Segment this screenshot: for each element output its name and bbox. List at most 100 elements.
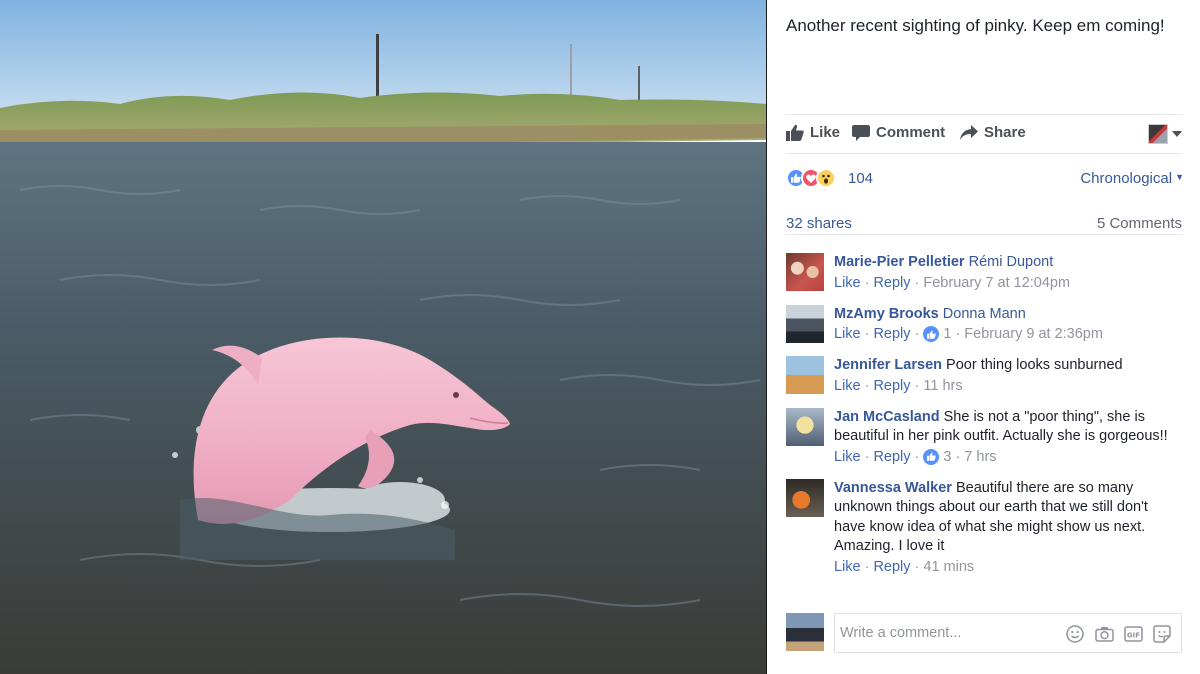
page-avatar [1148, 124, 1168, 144]
comment-reply-link[interactable]: Reply [873, 273, 910, 293]
post-caption: Another recent sighting of pinky. Keep e… [786, 16, 1165, 35]
separator: · [864, 558, 870, 575]
wow-reaction-icon [816, 168, 836, 188]
reaction-count[interactable]: 104 [848, 170, 873, 187]
comment-body: Jennifer Larsen Poor thing looks sunburn… [834, 356, 1182, 396]
comment-author[interactable]: Marie-Pier Pelletier [834, 254, 965, 270]
comment-body: Vannessa Walker Beautiful there are so m… [834, 479, 1182, 577]
comment-text-line: Marie-Pier Pelletier Rémi Dupont [834, 253, 1182, 273]
comment-text-line: MzAmy Brooks Donna Mann [834, 305, 1182, 325]
separator: · [914, 377, 920, 394]
separator: · [864, 326, 870, 342]
sticker-icon[interactable] [1152, 624, 1172, 644]
comment-text-line: Jennifer Larsen Poor thing looks sunburn… [834, 356, 1182, 376]
pink-dolphin-photo [0, 0, 766, 674]
comment-author[interactable]: Vannessa Walker [834, 480, 952, 496]
comment-like-link[interactable]: Like [834, 557, 861, 577]
composer-tools: GIF [1065, 624, 1172, 644]
comment-like-link[interactable]: Like [834, 447, 861, 467]
reactions-summary: 104 Chronological ▼ [786, 168, 1184, 190]
avatar[interactable] [786, 304, 824, 343]
comment-timestamp[interactable]: 41 mins [923, 557, 974, 577]
post-details-panel: Another recent sighting of pinky. Keep e… [767, 0, 1200, 674]
like-button-label: Like [810, 124, 841, 141]
comment-author[interactable]: MzAmy Brooks [834, 306, 939, 322]
avatar[interactable] [786, 253, 824, 291]
comment-list: Marie-Pier Pelletier Rémi Dupont Like · … [786, 253, 1182, 589]
comment-reply-link[interactable]: Reply [873, 447, 910, 467]
comment-like-link[interactable]: Like [834, 273, 861, 293]
camera-icon[interactable] [1094, 624, 1114, 644]
post-photo[interactable] [0, 0, 766, 674]
comments-count-link[interactable]: 5 Comments [1097, 215, 1182, 232]
tagged-user[interactable]: Rémi Dupont [969, 254, 1054, 270]
comment-item: Vannessa Walker Beautiful there are so m… [786, 478, 1182, 577]
comment-actions: Like · Reply · 3 · 7 hrs [834, 447, 1182, 467]
comment-timestamp[interactable]: February 7 at 12:04pm [923, 273, 1070, 293]
comment-author[interactable]: Jan McCasland [834, 409, 940, 425]
comment-item: Jennifer Larsen Poor thing looks sunburn… [786, 356, 1182, 396]
comment-reply-link[interactable]: Reply [873, 376, 910, 396]
separator: · [955, 448, 961, 465]
comment-text-line: Jan McCasland She is not a "poor thing",… [834, 408, 1182, 447]
share-button[interactable]: Share [960, 124, 1026, 141]
post-as-selector[interactable] [1148, 124, 1182, 144]
separator: · [914, 558, 920, 575]
comment-item: MzAmy Brooks Donna Mann Like · Reply · 1… [786, 304, 1182, 345]
comment-timestamp[interactable]: February 9 at 2:36pm [964, 324, 1103, 344]
avatar[interactable] [786, 407, 824, 446]
avatar[interactable] [786, 478, 824, 517]
comment-like-count[interactable]: 1 [943, 324, 951, 344]
emoji-icon[interactable] [1065, 624, 1085, 644]
shares-count-link[interactable]: 32 shares [786, 215, 852, 232]
comment-like-link[interactable]: Like [834, 324, 861, 344]
avatar [786, 613, 824, 651]
share-button-label: Share [984, 124, 1026, 141]
separator: · [864, 377, 870, 394]
comment-actions: Like · Reply · 11 hrs [834, 376, 1182, 396]
separator: · [864, 448, 870, 465]
comment-like-count-icon[interactable] [923, 448, 940, 465]
comment-actions: Like · Reply · February 7 at 12:04pm [834, 273, 1182, 293]
comment-text-line: Vannessa Walker Beautiful there are so m… [834, 479, 1182, 557]
gif-icon[interactable]: GIF [1123, 624, 1143, 644]
comment-item: Marie-Pier Pelletier Rémi Dupont Like · … [786, 253, 1182, 293]
comment-body: Marie-Pier Pelletier Rémi Dupont Like · … [834, 253, 1182, 293]
comment-actions: Like · Reply · 1 · February 9 at 2:36pm [834, 324, 1182, 344]
separator: · [955, 326, 961, 342]
sort-selected-label: Chronological [1080, 170, 1173, 187]
comment-text: Poor thing looks sunburned [946, 357, 1123, 373]
post-meta-row: 32 shares 5 Comments [786, 215, 1182, 235]
comment-timestamp[interactable]: 11 hrs [923, 376, 962, 396]
reaction-icons[interactable] [786, 168, 836, 188]
comment-like-link[interactable]: Like [834, 376, 861, 396]
separator: · [914, 326, 920, 342]
comment-like-count-icon[interactable] [923, 326, 940, 342]
chevron-down-icon [1172, 131, 1182, 137]
comment-sort-dropdown[interactable]: Chronological ▼ [1080, 170, 1184, 187]
separator: · [914, 274, 920, 291]
comment-like-count[interactable]: 3 [943, 447, 951, 467]
tagged-user[interactable]: Donna Mann [943, 306, 1026, 322]
like-button[interactable]: Like [786, 124, 840, 141]
avatar[interactable] [786, 356, 824, 394]
comment-body: Jan McCasland She is not a "poor thing",… [834, 408, 1182, 467]
comment-bubble-icon [852, 124, 870, 141]
comment-button[interactable]: Comment [852, 124, 945, 141]
separator: · [914, 448, 920, 465]
svg-text:GIF: GIF [1126, 631, 1139, 639]
comment-button-label: Comment [876, 124, 946, 141]
comment-composer: GIF [786, 613, 1182, 655]
comment-reply-link[interactable]: Reply [873, 557, 910, 577]
comment-author[interactable]: Jennifer Larsen [834, 357, 942, 373]
comment-reply-link[interactable]: Reply [873, 324, 910, 344]
separator: · [864, 274, 870, 291]
post-action-bar: Like Comment Share [786, 114, 1182, 154]
thumbs-up-icon [786, 124, 804, 141]
share-arrow-icon [960, 125, 978, 140]
comment-item: Jan McCasland She is not a "poor thing",… [786, 407, 1182, 467]
comment-body: MzAmy Brooks Donna Mann Like · Reply · 1… [834, 305, 1182, 345]
comment-timestamp[interactable]: 7 hrs [964, 447, 996, 467]
comment-actions: Like · Reply · 41 mins [834, 557, 1182, 577]
caret-down-icon: ▼ [1175, 172, 1184, 182]
